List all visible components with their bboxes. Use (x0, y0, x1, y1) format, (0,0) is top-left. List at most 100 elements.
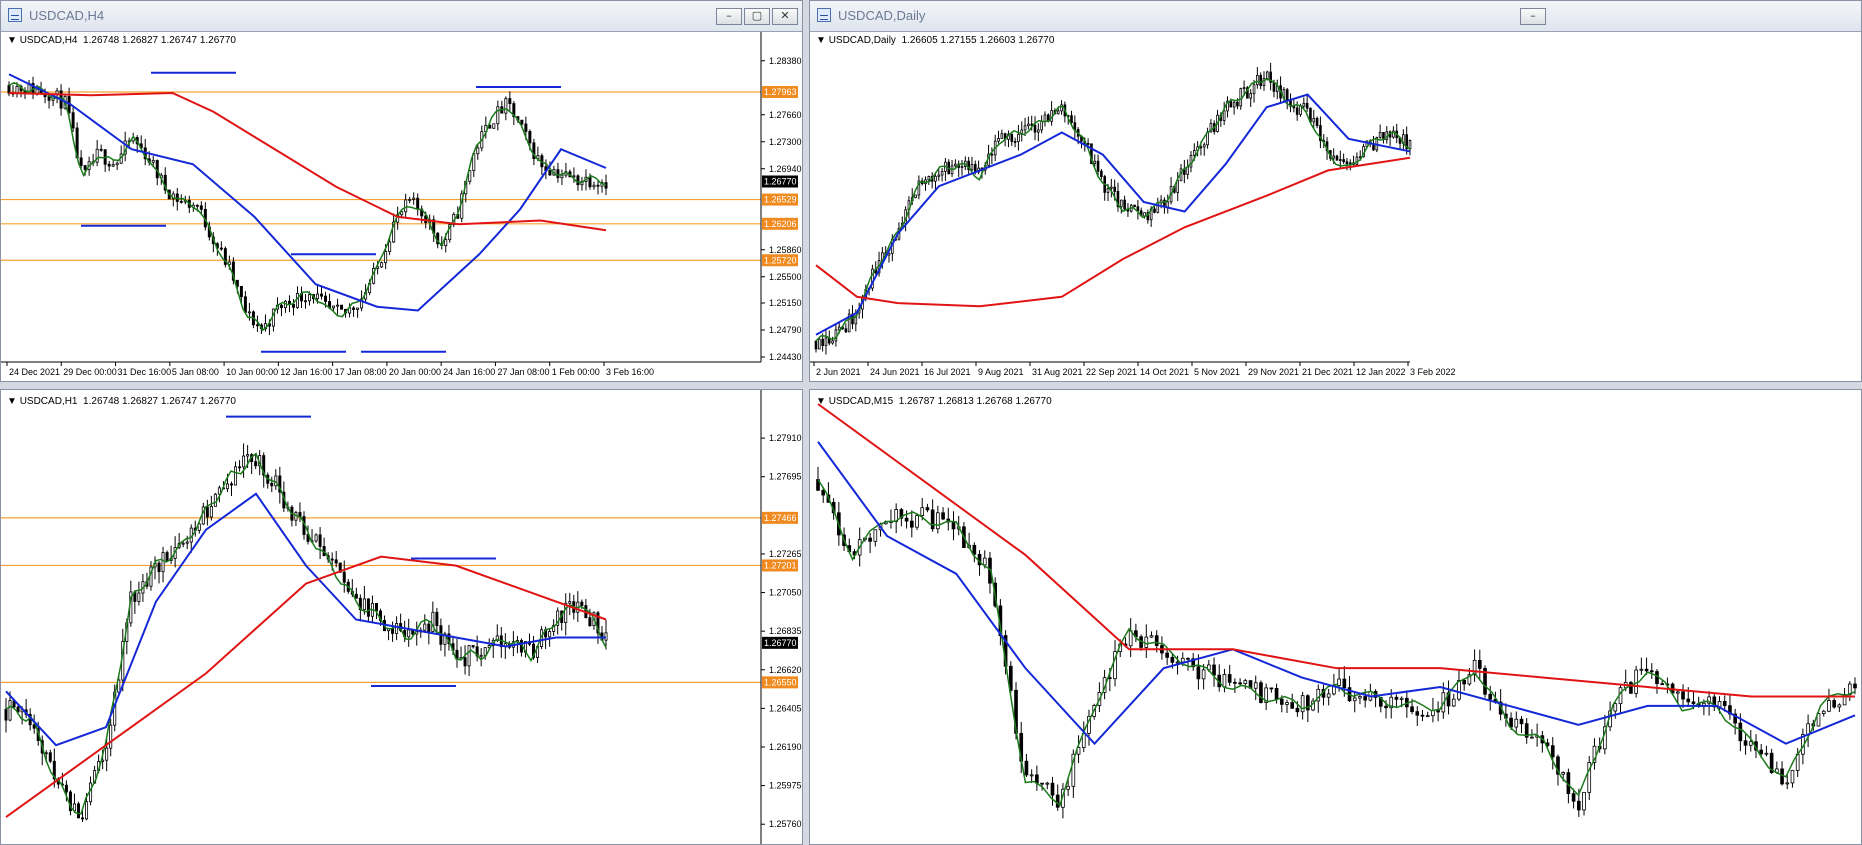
chart-window-m15[interactable]: ▼ USDCAD,M15 1.26787 1.26813 1.26768 1.2… (809, 389, 1862, 845)
chart-window-h4[interactable]: USDCAD,H4 – ▢ ✕ 1.28380 1.27660 1.27300 1.2… (0, 0, 803, 382)
candle-body (868, 537, 872, 542)
candle-body (330, 558, 334, 561)
candle-body (1212, 664, 1216, 676)
candle-body (604, 182, 608, 189)
candle-body (1259, 682, 1263, 703)
candle-body (463, 657, 467, 667)
candle-body (1832, 700, 1836, 708)
candle-body (504, 98, 508, 114)
candle-body (83, 165, 87, 170)
candle-body (1239, 88, 1243, 107)
chart-svg[interactable]: 1.27910 1.27695 1.27265 1.27050 1.26835 1.266… (1, 390, 802, 844)
chart-svg[interactable] (810, 390, 1861, 844)
candle-body (548, 170, 552, 176)
price-series (816, 403, 1857, 819)
candle-body (1613, 703, 1618, 712)
candle-body (1514, 718, 1519, 728)
y-tick-label: 1.24790 (769, 325, 802, 335)
candle-body (308, 294, 311, 302)
price-series (814, 62, 1412, 355)
candle-body (1408, 140, 1412, 150)
candle-body (1119, 199, 1123, 208)
candle-body (588, 176, 592, 188)
candle-body (238, 466, 242, 469)
candle-body (1519, 718, 1524, 725)
candle-body (596, 184, 600, 187)
candle-body (1582, 791, 1586, 811)
chart-svg[interactable]: 2 Jun 2021 24 Jun 2021 16 Jul 2021 9 Aug 20… (810, 32, 1861, 381)
x-tick-label: 12 Jan 16:00 (280, 367, 332, 377)
plot-area[interactable]: 1.28380 1.27660 1.27300 1.26940 1.25860 1.255… (1, 32, 802, 381)
candle-body (1253, 682, 1258, 689)
plot-area[interactable]: 2 Jun 2021 24 Jun 2021 16 Jul 2021 9 Aug 20… (810, 32, 1861, 381)
candle-body (508, 98, 512, 105)
candle-body (909, 520, 914, 528)
candle-body (1853, 683, 1857, 689)
candle-body (990, 153, 994, 156)
candle-body (247, 311, 251, 314)
x-tick-label: 5 Nov 2021 (1194, 367, 1240, 377)
title-bar[interactable]: USDCAD,Daily – (810, 1, 1861, 32)
candle-body (844, 328, 848, 333)
x-tick-label: 10 Jan 00:00 (226, 367, 278, 377)
plot-area[interactable]: ▼ USDCAD,M15 1.26787 1.26813 1.26768 1.2… (810, 390, 1861, 844)
candle-body (195, 204, 199, 207)
candle-body (1748, 741, 1753, 746)
candle-body (1332, 155, 1335, 159)
candle-body (79, 157, 83, 166)
x-tick-label: 14 Oct 2021 (1140, 367, 1189, 377)
x-tick-label: 16 Jul 2021 (924, 367, 971, 377)
y-tick-label: 1.25150 (769, 298, 802, 308)
chart-svg[interactable]: 1.28380 1.27660 1.27300 1.26940 1.25860 1.255… (1, 32, 802, 381)
candle-body (1037, 129, 1040, 133)
symbol-label: USDCAD,H4 (19, 35, 78, 46)
candle-body (107, 163, 111, 167)
chart-window-daily[interactable]: USDCAD,Daily – 2 Jun 2021 24 Jun 2021 16 J… (809, 0, 1862, 382)
ohlc-values: 1.26605 1.27155 1.26603 1.26770 (901, 35, 1055, 46)
candle-body (1337, 678, 1341, 686)
candle-body (1106, 187, 1110, 193)
candle-body (427, 623, 431, 633)
candle-body (1040, 782, 1044, 785)
plot-area[interactable]: 1.27910 1.27695 1.27265 1.27050 1.26835 1.266… (1, 390, 802, 844)
candle-body (941, 512, 945, 520)
maximize-button[interactable]: ▢ (744, 8, 770, 25)
candle-body (1451, 698, 1456, 707)
candle-body (1232, 101, 1236, 108)
candle-body (1759, 749, 1764, 755)
candle-body (1176, 180, 1180, 193)
candle-body (528, 131, 532, 144)
chart-window-h1[interactable]: 1.27910 1.27695 1.27265 1.27050 1.26835 1.266… (0, 389, 803, 845)
candle-body (115, 162, 119, 166)
candle-body (1326, 693, 1331, 698)
candle-body (920, 507, 925, 516)
candle-body (44, 752, 48, 755)
x-tick-label: 24 Jan 16:00 (443, 367, 495, 377)
candle-body (1045, 782, 1050, 785)
candle-body (1017, 133, 1020, 142)
candle-body (336, 304, 340, 307)
y-tick-label: 1.25860 (769, 245, 802, 255)
candle-body (1488, 693, 1493, 700)
candle-body (1821, 710, 1826, 714)
title-bar[interactable]: USDCAD,H4 – ▢ ✕ (1, 1, 802, 32)
candle-body (476, 147, 480, 155)
candle-body (270, 482, 274, 487)
candle-body (1040, 121, 1043, 131)
x-tick-label: 5 Jan 08:00 (172, 367, 219, 377)
minimize-button[interactable]: – (716, 8, 742, 25)
candle-body (404, 199, 408, 213)
candle-body (320, 293, 324, 297)
candle-body (161, 552, 165, 573)
close-button[interactable]: ✕ (772, 8, 798, 25)
candle-body (99, 148, 103, 151)
candle-body (821, 489, 826, 496)
candle-body (496, 106, 500, 125)
minimize-button[interactable]: – (1520, 8, 1546, 25)
candle-body (1096, 160, 1100, 172)
candle-body (467, 645, 471, 667)
symbol-label: USDCAD,M15 (828, 396, 894, 407)
y-tick-label: 1.24430 (769, 352, 802, 362)
candle-body (179, 201, 183, 203)
chart-header: ▼ USDCAD,H4 1.26748 1.26827 1.26747 1.26… (7, 35, 236, 46)
